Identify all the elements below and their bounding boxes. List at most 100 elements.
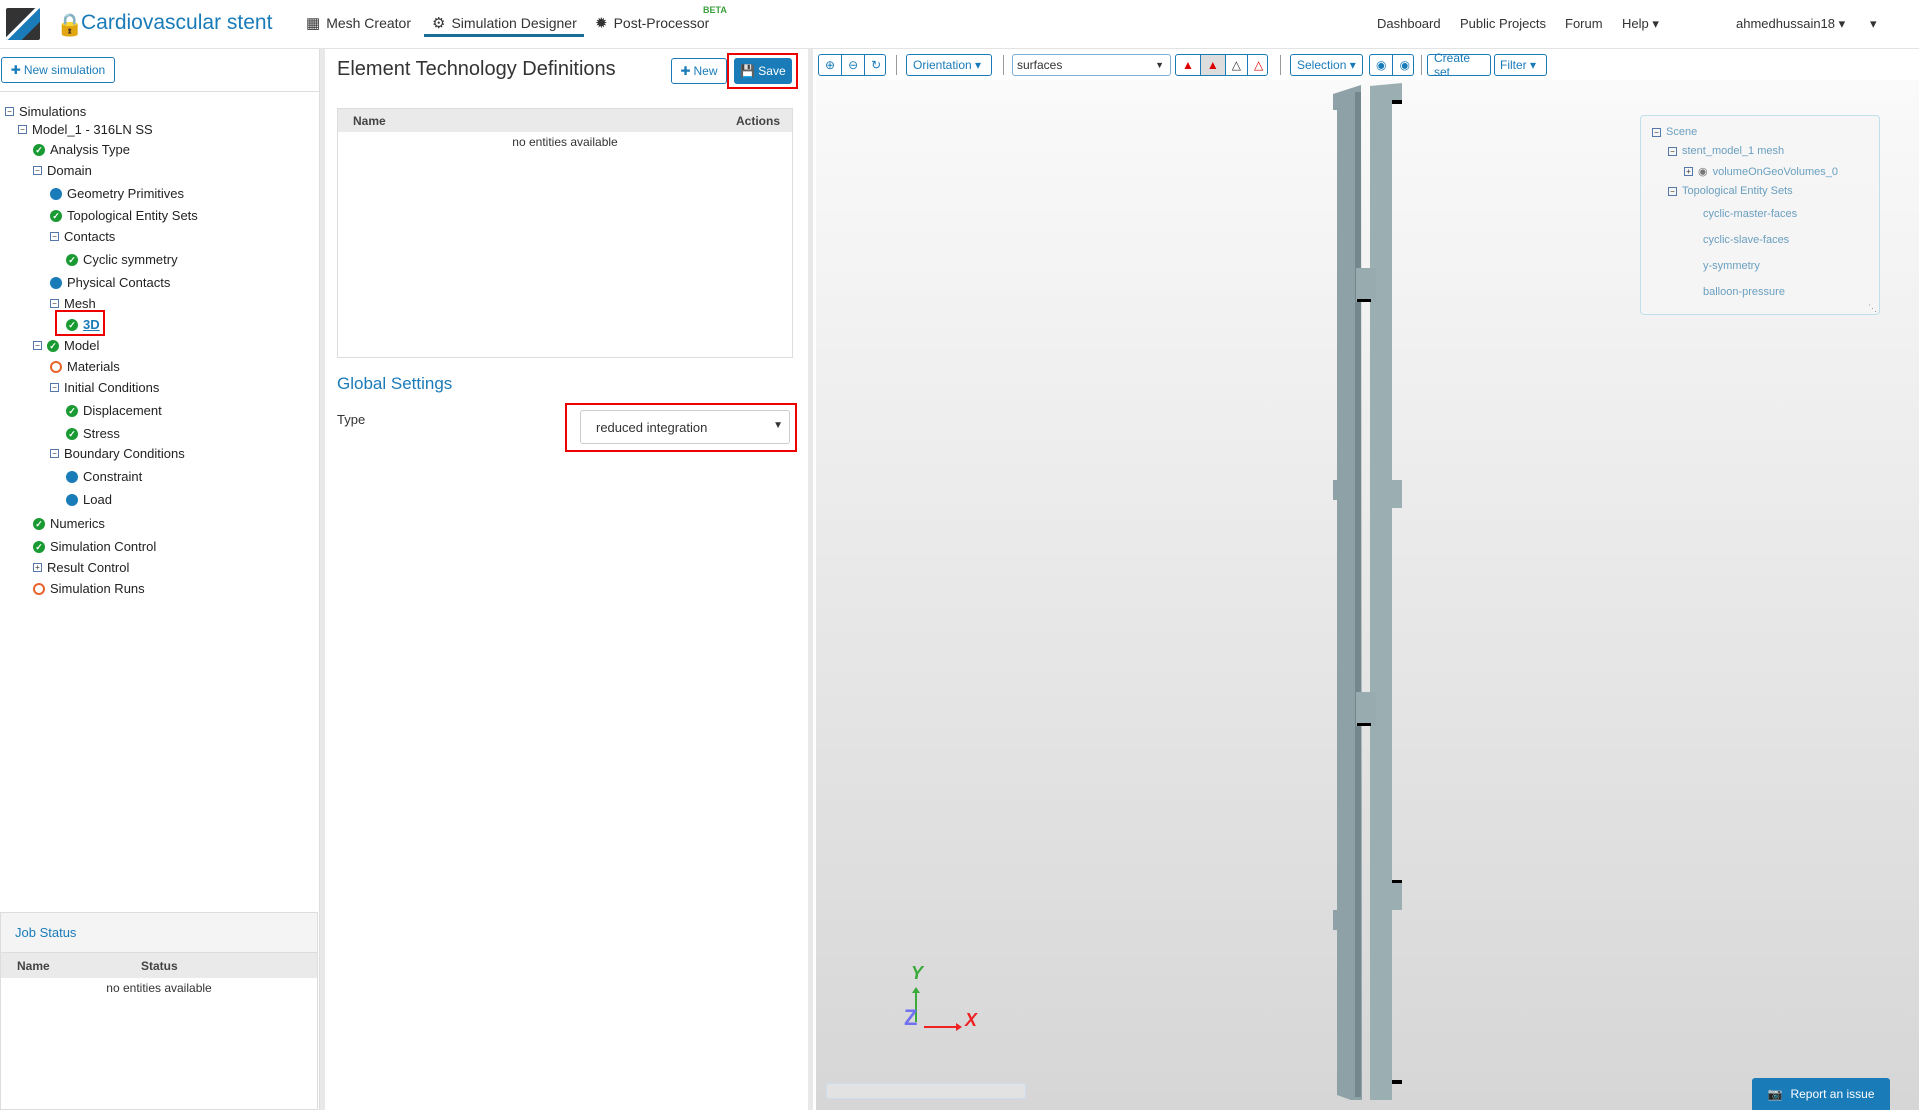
nav-public-projects[interactable]: Public Projects (1460, 16, 1546, 31)
tree-item-label: Topological Entity Sets (67, 208, 198, 223)
zoom-in-icon[interactable]: ⊕ (819, 55, 843, 75)
collapse-icon[interactable]: − (1668, 186, 1677, 196)
tree-item[interactable]: ✓ Numerics (33, 516, 105, 531)
separator (1280, 55, 1281, 75)
report-issue-button[interactable]: 📷 Report an issue (1752, 1078, 1890, 1110)
wireframe-icon[interactable]: △ (1226, 55, 1249, 75)
new-button[interactable]: ✚ New (671, 58, 727, 84)
expand-icon[interactable]: + (33, 563, 42, 572)
zoom-out-icon[interactable]: ⊖ (842, 55, 866, 75)
scene-set-item[interactable]: cyclic-master-faces (1703, 208, 1797, 220)
eye-slash-icon[interactable]: ◉ (1370, 55, 1394, 75)
column-actions: Actions (735, 114, 780, 128)
tree-item[interactable]: Load (66, 492, 112, 507)
caret-down-icon: ▾ (1530, 58, 1537, 72)
collapse-icon[interactable]: − (1668, 146, 1677, 156)
check-circle-icon: ✓ (33, 540, 45, 553)
scene-set-item[interactable]: y-symmetry (1703, 260, 1760, 272)
tree-item[interactable]: Physical Contacts (50, 275, 170, 290)
create-set-button[interactable]: Create set (1427, 51, 1491, 79)
tree-item-label: Stress (83, 426, 120, 441)
scene-sets-node[interactable]: − Topological Entity Sets (1668, 185, 1793, 197)
scene-tree-panel: − Scene − stent_model_1 mesh + ◉ volumeOnGeo… (1640, 115, 1880, 315)
points-icon[interactable]: △ (1248, 55, 1269, 75)
collapse-icon[interactable]: − (33, 166, 42, 175)
refresh-icon[interactable]: ↻ (865, 55, 887, 75)
tree-item[interactable]: Simulation Runs (33, 581, 145, 596)
scene-set-item[interactable]: balloon-pressure (1703, 286, 1785, 298)
nav-label: Simulation Designer (451, 15, 577, 31)
tree-item[interactable]: ✓ 3D (66, 317, 100, 332)
tree-item[interactable]: Materials (50, 359, 120, 374)
job-status-title: Job Status (1, 913, 317, 953)
nav-simulation-designer[interactable]: ⚙ Simulation Designer (432, 14, 577, 32)
eye-icon[interactable]: ◉ (1393, 55, 1415, 75)
help-label: Help (1622, 16, 1649, 31)
collapse-icon[interactable]: − (50, 449, 59, 458)
tree-item-label: Numerics (50, 516, 105, 531)
surface-edges-icon[interactable]: ▲ (1200, 55, 1226, 75)
collapse-icon[interactable]: − (50, 299, 59, 308)
tree-item[interactable]: − Initial Conditions (50, 380, 159, 395)
collapse-icon[interactable]: − (50, 232, 59, 241)
nav-mesh-creator[interactable]: ▦ Mesh Creator (306, 14, 411, 32)
incomplete-ring-icon (50, 360, 62, 373)
tree-item[interactable]: − ✓ Model (33, 338, 99, 353)
collapse-icon[interactable]: − (1652, 127, 1661, 137)
nav-dashboard[interactable]: Dashboard (1377, 16, 1441, 31)
tree-item[interactable]: ✓ Simulation Control (33, 539, 156, 554)
orientation-dropdown[interactable]: Orientation ▾ (906, 54, 992, 76)
user-menu[interactable]: ahmedhussain18 ▾ (1736, 16, 1845, 32)
splitter-handle[interactable] (320, 49, 325, 1110)
y-axis-label: Y (911, 963, 924, 983)
collapse-icon[interactable]: − (50, 383, 59, 392)
tree-item[interactable]: − Boundary Conditions (50, 446, 185, 461)
scene-mesh-node[interactable]: − stent_model_1 mesh (1668, 145, 1784, 157)
plus-icon: ✚ (680, 64, 691, 78)
tree-item[interactable]: ✓ Topological Entity Sets (50, 208, 198, 223)
eye-icon[interactable]: ◉ (1698, 165, 1708, 178)
x-axis-label: X (965, 1010, 978, 1030)
tree-item[interactable]: − Contacts (50, 229, 115, 244)
viewer-log-textarea[interactable] (826, 1083, 1026, 1099)
username: ahmedhussain18 (1736, 16, 1836, 31)
extra-menu-caret-icon[interactable]: ▾ (1870, 16, 1877, 32)
app-logo[interactable] (6, 8, 40, 40)
tree-item[interactable]: + Result Control (33, 560, 129, 575)
collapse-icon[interactable]: − (33, 341, 42, 350)
tree-item[interactable]: Constraint (66, 469, 142, 484)
scene-set-item[interactable]: cyclic-slave-faces (1703, 234, 1789, 246)
nav-label: Mesh Creator (326, 15, 411, 31)
project-title[interactable]: Cardiovascular stent (81, 11, 272, 35)
collapse-icon[interactable]: − (18, 125, 27, 134)
save-button[interactable]: 💾 Save (734, 58, 792, 84)
render-mode-select[interactable]: surfaces ▼ (1012, 54, 1171, 76)
filter-dropdown[interactable]: Filter ▾ (1494, 54, 1547, 76)
splitter-handle[interactable] (808, 49, 813, 1110)
beta-badge: BETA (703, 5, 727, 15)
nav-help[interactable]: Help ▾ (1622, 16, 1659, 32)
resize-handle-icon[interactable]: ⋱ (1868, 303, 1877, 314)
solid-surface-icon[interactable]: ▲ (1176, 55, 1201, 75)
nav-post-processor[interactable]: ✹ Post-Processor (595, 14, 709, 32)
scene-volume-node[interactable]: + ◉ volumeOnGeoVolumes_0 (1684, 165, 1838, 178)
tree-item[interactable]: − Domain (33, 163, 92, 178)
type-select[interactable]: reduced integration ▼ (580, 410, 790, 444)
check-circle-icon: ✓ (50, 209, 62, 222)
tree-item[interactable]: Geometry Primitives (50, 186, 184, 201)
tree-item[interactable]: − Mesh (50, 296, 96, 311)
scene-root[interactable]: − Scene (1652, 126, 1697, 138)
tree-item[interactable]: ✓ Analysis Type (33, 142, 130, 157)
tree-item[interactable]: − Model_1 - 316LN SS (18, 122, 153, 137)
selection-dropdown[interactable]: Selection ▾ (1290, 54, 1363, 76)
expand-icon[interactable]: + (1684, 167, 1693, 176)
collapse-icon[interactable]: − (5, 107, 14, 116)
z-axis-label: Z (904, 1005, 918, 1030)
tree-item[interactable]: ✓ Displacement (66, 403, 162, 418)
tree-item-label: Domain (47, 163, 92, 178)
tree-item[interactable]: ✓ Stress (66, 426, 120, 441)
tree-item[interactable]: − Simulations (5, 104, 86, 119)
nav-forum[interactable]: Forum (1565, 16, 1603, 31)
new-simulation-button[interactable]: ✚ New simulation (1, 57, 115, 83)
tree-item[interactable]: ✓ Cyclic symmetry (66, 252, 178, 267)
